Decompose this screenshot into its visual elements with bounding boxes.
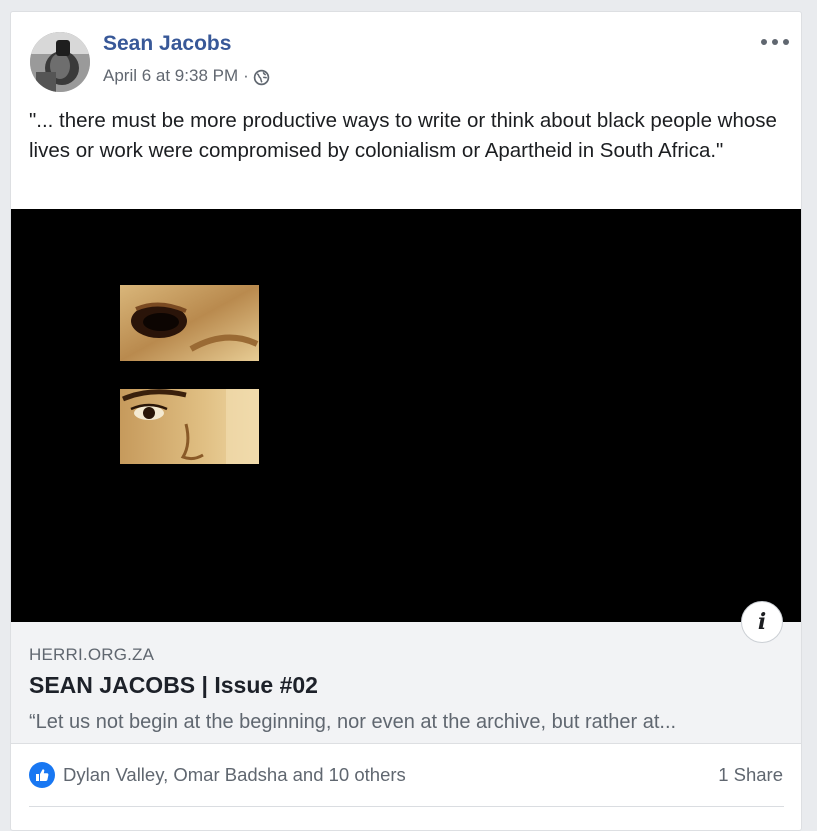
info-icon[interactable]: i	[741, 601, 783, 643]
post-card: Sean Jacobs April 6 at 9:38 PM · "... th…	[10, 11, 802, 831]
more-dot	[772, 39, 778, 45]
globe-icon[interactable]	[253, 69, 270, 86]
post-meta: April 6 at 9:38 PM ·	[103, 66, 270, 86]
link-title[interactable]: SEAN JACOBS | Issue #02	[29, 672, 318, 699]
reactions-text[interactable]: Dylan Valley, Omar Badsha and 10 others	[63, 764, 406, 786]
link-domain: HERRI.ORG.ZA	[29, 645, 155, 664]
reactions-summary[interactable]: Dylan Valley, Omar Badsha and 10 others	[29, 762, 406, 788]
post-timestamp[interactable]: April 6 at 9:38 PM	[103, 66, 238, 86]
author-avatar[interactable]	[30, 32, 90, 92]
meta-separator: ·	[243, 66, 249, 85]
like-icon	[29, 762, 55, 788]
author-name[interactable]: Sean Jacobs	[103, 32, 231, 56]
video-still-image	[11, 209, 801, 622]
link-preview-box[interactable]: HERRI.ORG.ZA SEAN JACOBS | Issue #02 “Le…	[11, 622, 801, 744]
link-description: “Let us not begin at the beginning, nor …	[29, 711, 677, 733]
more-options-icon[interactable]	[761, 34, 789, 50]
footer-divider	[29, 806, 784, 807]
more-dot	[761, 39, 767, 45]
post-text: "... there must be more productive ways …	[29, 109, 777, 162]
more-dot	[783, 39, 789, 45]
share-count[interactable]: 1 Share	[718, 764, 783, 786]
link-preview-image[interactable]	[11, 209, 801, 622]
